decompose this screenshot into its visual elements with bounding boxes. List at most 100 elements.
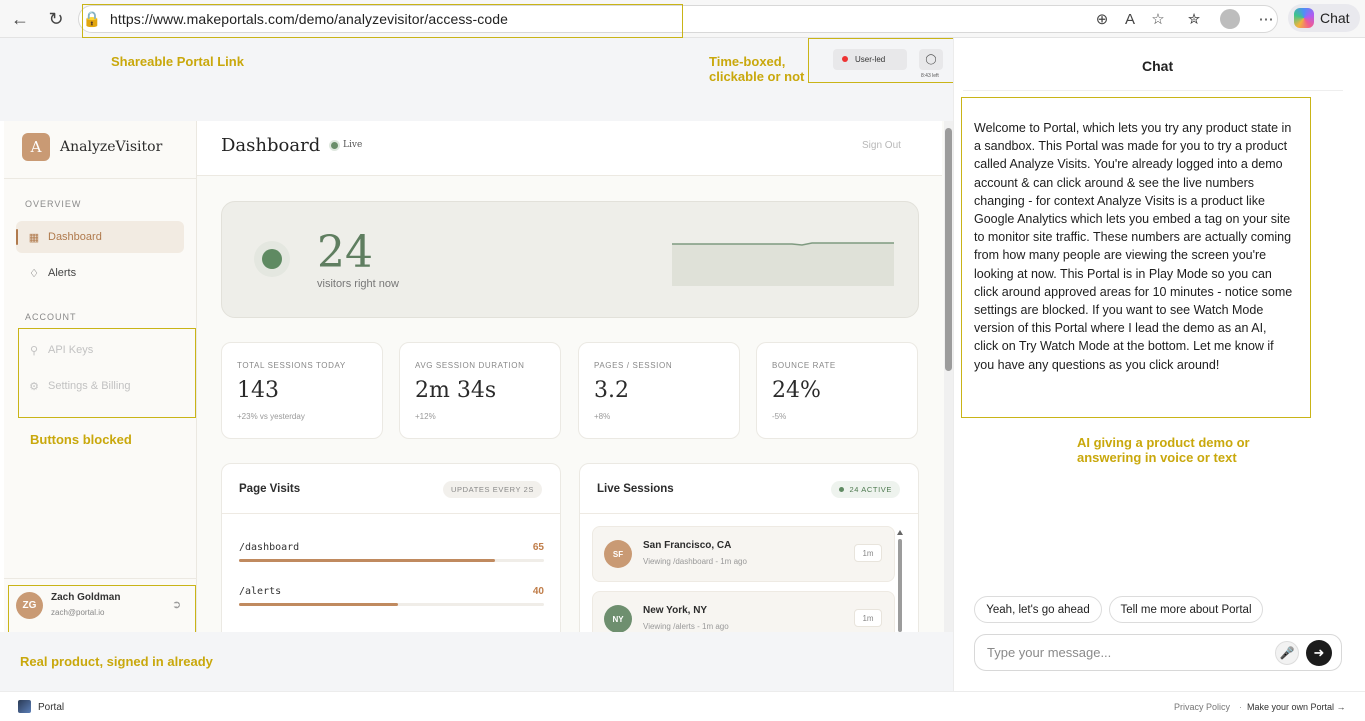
portal-logo-icon: [18, 700, 31, 713]
session-city: San Francisco, CA: [643, 540, 732, 551]
session-avatar: SF: [604, 540, 632, 568]
stat-card-pages: PAGES / SESSION 3.2 +8%: [578, 342, 740, 439]
logout-icon[interactable]: ➲: [172, 598, 181, 611]
sidebar-item-dashboard[interactable]: ▦ Dashboard: [16, 221, 184, 253]
sessions-scrollbar[interactable]: [897, 530, 903, 632]
chat-divider: [963, 90, 1343, 91]
stat-label: PAGES / SESSION: [594, 361, 673, 370]
gear-icon: ⚙: [29, 380, 39, 393]
panel-title: Page Visits: [239, 483, 301, 495]
sidebar-item-label: Dashboard: [48, 231, 102, 243]
panel-divider: [580, 513, 918, 514]
page-count: 40: [532, 586, 544, 597]
sidebar-item-api-keys: ⚲ API Keys: [16, 334, 184, 366]
stat-card-sessions: TOTAL SESSIONS TODAY 143 +23% vs yesterd…: [221, 342, 383, 439]
main-scrollbar-thumb[interactable]: [945, 128, 952, 371]
section-account: ACCOUNT: [25, 312, 77, 322]
reload-icon[interactable]: ↻: [44, 7, 68, 31]
send-icon[interactable]: ➜: [1306, 640, 1332, 666]
stat-value: 143: [237, 378, 279, 403]
copilot-icon: [1294, 8, 1314, 28]
microphone-icon[interactable]: 🎤: [1275, 641, 1299, 665]
stat-card-bounce: BOUNCE RATE 24% -5%: [756, 342, 918, 439]
favorite-star-icon[interactable]: ☆: [1148, 9, 1168, 29]
app-name: AnalyzeVisitor: [60, 139, 163, 155]
profile-avatar-icon[interactable]: [1220, 9, 1240, 29]
sidebar-item-label: Settings & Billing: [48, 380, 131, 392]
footer: [0, 691, 1365, 721]
annotation-box-link: [82, 4, 683, 38]
stat-value: 24%: [772, 378, 821, 403]
page-title: Dashboard: [221, 135, 321, 156]
app-logo: A: [22, 133, 50, 161]
annotation-real-product: Real product, signed in already: [20, 654, 213, 669]
live-status: Live: [343, 140, 363, 150]
session-detail: Viewing /dashboard - 1m ago: [643, 557, 747, 566]
privacy-link[interactable]: Privacy Policy: [1174, 702, 1230, 712]
stat-label: BOUNCE RATE: [772, 361, 836, 370]
session-time: 1m: [854, 609, 882, 627]
sidebar-item-label: API Keys: [48, 344, 94, 356]
sidebar-divider: [4, 178, 197, 179]
chat-message: Welcome to Portal, which lets you try an…: [974, 121, 1293, 372]
suggestion-chip[interactable]: Yeah, let's go ahead: [974, 596, 1102, 623]
timer-button[interactable]: ◯: [919, 49, 943, 70]
pulse-dot-icon: [262, 249, 282, 269]
timer-text: 8:43 left: [921, 73, 939, 79]
annotation-ai-demo-1: AI giving a product demo or: [1077, 435, 1250, 450]
annotation-time-boxed-2: clickable or not: [709, 69, 805, 84]
session-card[interactable]: SF San Francisco, CA Viewing /dashboard …: [592, 526, 895, 582]
suggestion-chip[interactable]: Tell me more about Portal: [1109, 596, 1263, 623]
stat-label: TOTAL SESSIONS TODAY: [237, 361, 346, 370]
sidebar-item-alerts[interactable]: ♢ Alerts: [16, 257, 184, 289]
grid-icon: ▦: [28, 231, 40, 244]
annotation-ai-demo-2: answering in voice or text: [1077, 450, 1237, 465]
more-options-icon[interactable]: ⋯: [1256, 9, 1276, 29]
make-portal-link[interactable]: Make your own Portal →: [1247, 702, 1346, 712]
page-path: /alerts: [239, 586, 282, 597]
back-icon[interactable]: ←: [8, 7, 32, 31]
session-city: New York, NY: [643, 605, 708, 616]
stat-delta: +12%: [415, 412, 436, 421]
page-count: 65: [532, 542, 544, 553]
user-name: Zach Goldman: [51, 592, 121, 603]
annotation-shareable-link: Shareable Portal Link: [111, 54, 244, 69]
visitors-now-label: visitors right now: [317, 278, 399, 290]
panel-title: Live Sessions: [597, 483, 674, 495]
stat-value: 2m 34s: [415, 378, 497, 403]
active-badge: 24 ACTIVE: [831, 481, 900, 498]
zoom-icon[interactable]: ⊕: [1092, 9, 1112, 29]
section-overview: OVERVIEW: [25, 199, 82, 209]
live-sessions-panel: Live Sessions 24 ACTIVE SF San Francisco…: [579, 463, 919, 643]
stat-delta: +8%: [594, 412, 611, 421]
session-detail: Viewing /alerts - 1m ago: [643, 622, 729, 631]
footer-brand: Portal: [38, 702, 65, 713]
key-icon: ⚲: [29, 344, 39, 357]
timer-icon: ◯: [925, 54, 937, 65]
progress-track: [239, 559, 544, 562]
progress-track: [239, 603, 544, 606]
browser-chat-button[interactable]: Chat: [1288, 4, 1360, 32]
stat-label: AVG SESSION DURATION: [415, 361, 525, 370]
annotation-buttons-blocked: Buttons blocked: [30, 432, 132, 447]
user-email: zach@portal.io: [51, 608, 105, 617]
page-path: /dashboard: [239, 542, 300, 553]
stat-card-duration: AVG SESSION DURATION 2m 34s +12%: [399, 342, 561, 439]
live-dot-icon: [331, 142, 338, 149]
visitors-now-value: 24: [317, 227, 373, 278]
session-time: 1m: [854, 544, 882, 562]
stat-delta: +23% vs yesterday: [237, 412, 305, 421]
avatar: ZG: [16, 592, 43, 619]
browser-chat-label: Chat: [1320, 10, 1350, 26]
read-aloud-icon[interactable]: A: [1120, 9, 1140, 29]
sparkline-area: [672, 243, 894, 286]
stat-value: 3.2: [594, 378, 629, 403]
annotation-time-boxed-1: Time-boxed,: [709, 54, 786, 69]
chat-input-placeholder[interactable]: Type your message...: [987, 645, 1111, 660]
sign-out-button: Sign Out: [862, 140, 901, 151]
favorites-icon[interactable]: ✮: [1184, 9, 1204, 29]
chat-title: Chat: [1142, 58, 1174, 74]
sidebar-item-settings: ⚙ Settings & Billing: [16, 370, 184, 402]
updates-badge: UPDATES EVERY 2S: [443, 481, 542, 498]
progress-fill: [239, 559, 496, 562]
